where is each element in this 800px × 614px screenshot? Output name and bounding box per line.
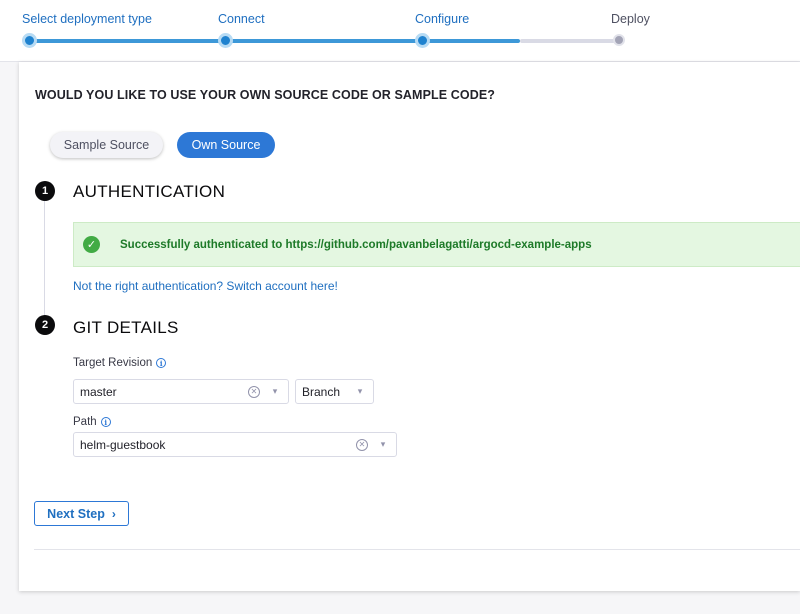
path-value[interactable]: helm-guestbook [80, 438, 356, 452]
target-revision-label: Target Revision i [73, 357, 167, 369]
step-label-deploy: Deploy [611, 12, 650, 26]
authentication-title: AUTHENTICATION [73, 182, 226, 201]
step-number-1: 1 [35, 181, 55, 201]
check-circle-icon: ✓ [83, 236, 100, 253]
progress-track-1 [30, 39, 226, 43]
git-details-title: GIT DETAILS [73, 318, 179, 337]
path-label-text: Path [73, 416, 97, 428]
info-icon[interactable]: i [156, 358, 167, 368]
chevron-right-icon: › [111, 506, 116, 521]
chevron-down-icon[interactable]: ▾ [268, 386, 282, 397]
progress-track-2 [226, 39, 423, 43]
next-step-label: Next Step [47, 506, 105, 521]
path-input[interactable]: helm-guestbook ✕ ▾ [73, 432, 397, 457]
step-number-2: 2 [35, 315, 55, 335]
info-icon[interactable]: i [100, 417, 111, 427]
next-step-button[interactable]: Next Step › [34, 501, 129, 526]
step-label-configure[interactable]: Configure [415, 12, 469, 26]
step-connector-line [44, 190, 45, 322]
auth-success-banner: ✓ Successfully authenticated to https://… [73, 222, 800, 267]
progress-track-3-todo [520, 39, 619, 43]
target-revision-label-text: Target Revision [73, 357, 153, 369]
target-revision-input[interactable]: master ✕ ▾ [73, 379, 289, 404]
chevron-down-icon[interactable]: ▾ [353, 386, 367, 397]
step-label-connect[interactable]: Connect [218, 12, 265, 26]
wizard-stepper: Select deployment type Connect Configure… [0, 0, 800, 62]
step-dot-select-deployment-type[interactable] [22, 33, 37, 48]
clear-icon[interactable]: ✕ [356, 438, 368, 451]
chevron-down-icon[interactable]: ▾ [376, 439, 390, 450]
target-revision-value[interactable]: master [80, 385, 248, 399]
sample-source-button[interactable]: Sample Source [50, 132, 163, 158]
step-label-select-deployment-type[interactable]: Select deployment type [22, 12, 152, 26]
footer-divider [34, 549, 800, 550]
revision-type-select[interactable]: Branch ▾ [295, 379, 374, 404]
progress-track-3-done [423, 39, 520, 43]
own-source-button[interactable]: Own Source [177, 132, 275, 158]
path-label: Path i [73, 416, 111, 428]
revision-type-value[interactable]: Branch [302, 385, 353, 399]
configure-panel: WOULD YOU LIKE TO USE YOUR OWN SOURCE CO… [19, 62, 800, 591]
step-dot-configure[interactable] [415, 33, 430, 48]
source-question: WOULD YOU LIKE TO USE YOUR OWN SOURCE CO… [35, 88, 495, 102]
switch-account-link[interactable]: Not the right authentication? Switch acc… [73, 279, 338, 293]
step-dot-connect[interactable] [218, 33, 233, 48]
auth-success-message: Successfully authenticated to https://gi… [120, 238, 592, 251]
step-dot-deploy [613, 34, 625, 46]
clear-icon[interactable]: ✕ [248, 385, 260, 398]
